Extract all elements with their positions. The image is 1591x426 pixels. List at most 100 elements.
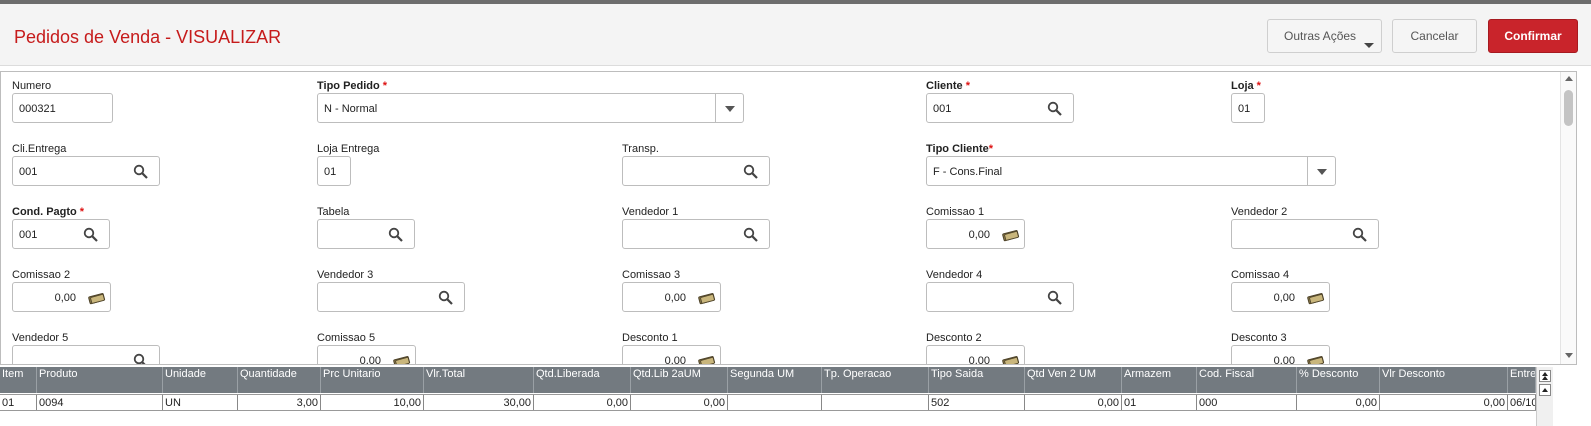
table-cell[interactable]: 0,00 (534, 395, 631, 410)
scrollbar-thumb[interactable] (1564, 90, 1573, 126)
scroll-up-button[interactable] (1539, 384, 1551, 396)
money-icon[interactable] (698, 290, 716, 306)
loja-entrega-input[interactable]: 01 (317, 156, 351, 186)
column-header[interactable]: Segunda UM (728, 367, 822, 393)
table-cell[interactable]: 0,00 (631, 395, 728, 410)
search-icon[interactable] (1352, 227, 1368, 243)
column-header[interactable]: Vlr Desconto (1380, 367, 1508, 393)
comissao1-label: Comissao 1 (926, 206, 985, 218)
confirm-button[interactable]: Confirmar (1488, 19, 1578, 53)
column-header[interactable]: Qtd.Lib 2aUM (631, 367, 728, 393)
column-header[interactable]: Entre (1508, 367, 1536, 393)
money-icon[interactable] (1307, 353, 1325, 365)
table-cell[interactable]: 01 (1122, 395, 1197, 410)
table-cell[interactable]: 0,00 (1025, 395, 1122, 410)
tipo-cliente-value: F - Cons.Final (933, 166, 1003, 178)
comissao1-input[interactable]: 0,00 (926, 219, 1025, 249)
comissao5-label: Comissao 5 (317, 332, 376, 344)
column-header[interactable]: % Desconto (1297, 367, 1380, 393)
scroll-top-button[interactable] (1539, 370, 1551, 382)
search-icon[interactable] (388, 227, 404, 243)
vendedor2-input[interactable] (1231, 219, 1379, 249)
desconto1-value: 0,00 (664, 355, 686, 365)
form-scrollbar[interactable] (1560, 72, 1576, 364)
column-header[interactable]: Vlr.Total (424, 367, 534, 393)
numero-input[interactable]: 000321 (12, 93, 113, 123)
column-header[interactable]: Cod. Fiscal (1197, 367, 1297, 393)
scroll-up-icon[interactable] (1565, 76, 1573, 81)
search-icon[interactable] (1047, 101, 1063, 117)
table-cell[interactable]: 10,00 (321, 395, 424, 410)
money-icon[interactable] (698, 353, 716, 365)
search-icon[interactable] (133, 353, 149, 365)
money-icon[interactable] (1002, 353, 1020, 365)
comissao5-input[interactable]: 0,00 (317, 345, 416, 365)
vendedor5-input[interactable] (12, 345, 160, 365)
comissao2-input[interactable]: 0,00 (12, 282, 111, 312)
other-actions-button[interactable]: Outras Ações (1267, 19, 1382, 53)
comissao3-value: 0,00 (664, 292, 686, 304)
tipo-cliente-label: Tipo Cliente* (926, 143, 994, 155)
cond-pagto-input[interactable]: 001 (12, 219, 110, 249)
table-cell[interactable]: 3,00 (238, 395, 321, 410)
cancel-button[interactable]: Cancelar (1392, 19, 1477, 53)
table-cell[interactable]: 06/10 (1508, 395, 1536, 410)
table-cell[interactable]: 30,00 (424, 395, 534, 410)
vendedor3-input[interactable] (317, 282, 465, 312)
numero-label: Numero (12, 80, 52, 92)
column-header[interactable]: Qtd Ven 2 UM (1025, 367, 1122, 393)
vendedor4-input[interactable] (926, 282, 1074, 312)
table-cell[interactable] (728, 395, 822, 410)
transp-input[interactable] (622, 156, 770, 186)
table-cell[interactable]: 000 (1197, 395, 1297, 410)
table-cell[interactable]: 502 (929, 395, 1025, 410)
scroll-down-icon[interactable] (1565, 353, 1573, 358)
vendedor1-input[interactable] (622, 219, 770, 249)
column-header[interactable]: Tipo Saida (929, 367, 1025, 393)
cli-entrega-label: Cli.Entrega (12, 143, 67, 155)
money-icon[interactable] (393, 353, 411, 365)
search-icon[interactable] (743, 227, 759, 243)
desconto2-input[interactable]: 0,00 (926, 345, 1025, 365)
money-icon[interactable] (1002, 227, 1020, 243)
column-header[interactable]: Quantidade (238, 367, 321, 393)
tipo-cliente-select[interactable]: F - Cons.Final (926, 156, 1336, 186)
loja-entrega-label: Loja Entrega (317, 143, 380, 155)
table-row[interactable]: 01 0094 UN 3,00 10,00 30,00 0,00 0,00 502 0,00 01 0… (0, 394, 1536, 411)
tipo-pedido-select[interactable]: N - Normal (317, 93, 744, 123)
dropdown-button[interactable] (715, 94, 743, 122)
search-icon[interactable] (743, 164, 759, 180)
column-header[interactable]: Tp. Operacao (822, 367, 929, 393)
column-header[interactable]: Produto (37, 367, 163, 393)
column-header[interactable]: Unidade (163, 367, 238, 393)
cli-entrega-input[interactable]: 001 (12, 156, 160, 186)
desconto3-input[interactable]: 0,00 (1231, 345, 1330, 365)
money-icon[interactable] (1307, 290, 1325, 306)
search-icon[interactable] (1047, 290, 1063, 306)
table-cell[interactable] (822, 395, 929, 410)
loja-input[interactable]: 01 (1231, 93, 1265, 123)
comissao4-input[interactable]: 0,00 (1231, 282, 1330, 312)
column-header[interactable]: Qtd.Liberada (534, 367, 631, 393)
desconto1-input[interactable]: 0,00 (622, 345, 721, 365)
column-header[interactable]: Prc Unitario (321, 367, 424, 393)
table-cell[interactable]: 0,00 (1380, 395, 1508, 410)
table-cell[interactable]: 0094 (37, 395, 163, 410)
vendedor3-label: Vendedor 3 (317, 269, 374, 281)
money-icon[interactable] (88, 290, 106, 306)
search-icon[interactable] (438, 290, 454, 306)
table-cell[interactable]: UN (163, 395, 238, 410)
comissao3-input[interactable]: 0,00 (622, 282, 721, 312)
column-header[interactable]: Armazem (1122, 367, 1197, 393)
grid-scrollbar[interactable] (1536, 367, 1553, 426)
cliente-input[interactable]: 001 (926, 93, 1074, 123)
search-icon[interactable] (133, 164, 149, 180)
table-cell[interactable]: 01 (0, 395, 37, 410)
search-icon[interactable] (83, 227, 99, 243)
cond-pagto-label: Cond. Pagto * (12, 206, 85, 218)
tabela-input[interactable] (317, 219, 415, 249)
table-cell[interactable]: 0,00 (1297, 395, 1380, 410)
dropdown-button[interactable] (1307, 157, 1335, 185)
column-header[interactable]: Item (0, 367, 37, 393)
cli-entrega-value: 001 (19, 166, 38, 178)
